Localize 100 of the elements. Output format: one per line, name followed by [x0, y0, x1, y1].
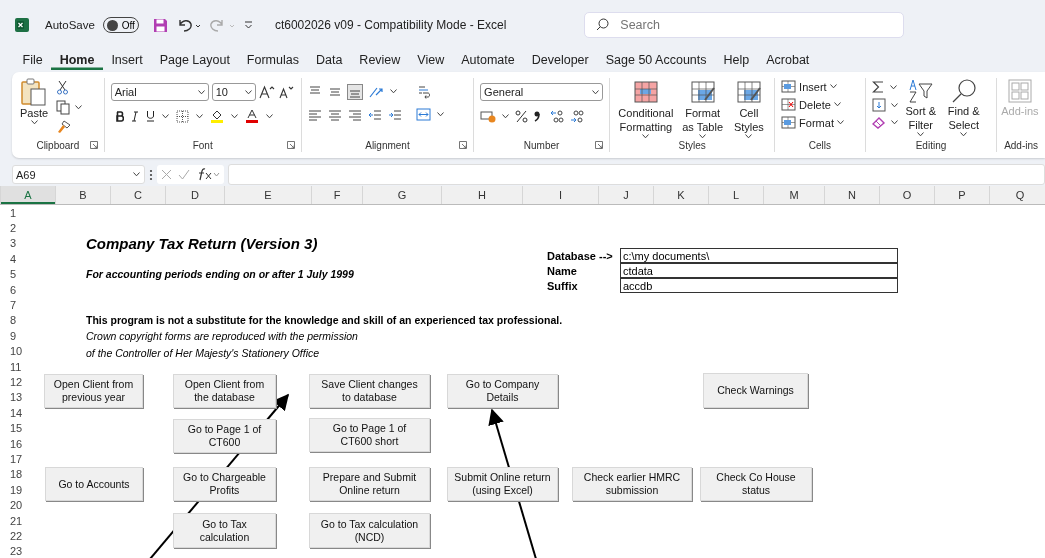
- save-icon[interactable]: [152, 17, 168, 33]
- wrap-text-icon[interactable]: [416, 84, 431, 99]
- menu-tab[interactable]: Automate: [452, 50, 524, 70]
- menu-tab[interactable]: Data: [307, 50, 351, 70]
- menu-tab[interactable]: Insert: [102, 50, 152, 70]
- row-header[interactable]: 11: [0, 358, 28, 375]
- row-header[interactable]: 2: [0, 220, 28, 236]
- row-header[interactable]: 4: [0, 251, 28, 267]
- menu-tab[interactable]: View: [408, 50, 453, 70]
- sort-filter-button[interactable]: Sort & Filter: [900, 78, 941, 138]
- font-size-field[interactable]: 10: [211, 83, 256, 101]
- dialog-launcher-icon[interactable]: [459, 141, 468, 149]
- italic-icon[interactable]: [130, 110, 139, 122]
- column-header[interactable]: E: [224, 186, 311, 204]
- check-icon[interactable]: [178, 169, 190, 180]
- row-header[interactable]: 3: [0, 235, 28, 252]
- insert-cells-button[interactable]: Insert: [781, 80, 844, 93]
- menu-tab[interactable]: Home: [51, 50, 103, 70]
- column-header[interactable]: I: [522, 186, 598, 204]
- bold-icon[interactable]: [115, 110, 124, 122]
- increase-indent-icon[interactable]: [387, 108, 402, 121]
- dialog-launcher-icon[interactable]: [286, 141, 295, 149]
- merge-center-icon[interactable]: [415, 108, 431, 121]
- row-header[interactable]: 9: [0, 328, 28, 344]
- row-header[interactable]: 21: [0, 512, 28, 529]
- macro-button[interactable]: Check earlier HMRC submission: [572, 467, 692, 501]
- menu-tab[interactable]: Formulas: [238, 50, 308, 70]
- column-header[interactable]: F: [311, 186, 362, 204]
- increase-decimal-icon[interactable]: [550, 109, 565, 123]
- paste-button[interactable]: Paste: [18, 78, 51, 138]
- bottom-align-icon[interactable]: [347, 84, 362, 99]
- row-header[interactable]: 16: [0, 435, 28, 452]
- dialog-launcher-icon[interactable]: [89, 141, 98, 149]
- row-header[interactable]: 12: [0, 374, 28, 390]
- column-header[interactable]: J: [598, 186, 653, 204]
- menu-tab[interactable]: Sage 50 Accounts: [597, 50, 715, 70]
- cell-styles-button[interactable]: Cell Styles: [729, 80, 769, 139]
- menu-tab[interactable]: Acrobat: [757, 50, 818, 70]
- row-header[interactable]: 23: [0, 543, 28, 558]
- decrease-decimal-icon[interactable]: [570, 109, 585, 123]
- column-header[interactable]: P: [934, 186, 989, 204]
- menu-tab[interactable]: Review: [350, 50, 409, 70]
- menu-tab[interactable]: Help: [715, 50, 758, 70]
- format-cells-button[interactable]: Format: [781, 116, 844, 129]
- macro-button[interactable]: Open Client from the database: [173, 374, 276, 408]
- comma-style-icon[interactable]: [534, 110, 541, 122]
- column-header[interactable]: L: [708, 186, 763, 204]
- macro-button[interactable]: Go to Page 1 of CT600: [173, 419, 276, 453]
- macro-button[interactable]: Submit Online return (using Excel): [447, 467, 558, 501]
- autosum-icon[interactable]: [871, 80, 885, 94]
- align-left-icon[interactable]: [307, 108, 322, 121]
- row-header[interactable]: 14: [0, 405, 28, 421]
- dialog-launcher-icon[interactable]: [595, 141, 604, 149]
- column-header[interactable]: C: [110, 186, 165, 204]
- row-header[interactable]: 10: [0, 343, 28, 359]
- field-value[interactable]: ctdata: [620, 263, 898, 279]
- macro-button[interactable]: Go to Tax calculation: [173, 513, 276, 548]
- decrease-font-size-icon[interactable]: [277, 85, 294, 99]
- row-header[interactable]: 17: [0, 451, 28, 467]
- search-field[interactable]: Search: [584, 12, 905, 38]
- font-color-icon[interactable]: [244, 109, 259, 123]
- percent-icon[interactable]: [515, 109, 529, 123]
- column-header[interactable]: H: [441, 186, 522, 204]
- center-icon[interactable]: [327, 108, 342, 121]
- macro-button[interactable]: Go to Chargeable Profits: [173, 467, 276, 501]
- column-header[interactable]: N: [824, 186, 879, 204]
- column-header[interactable]: K: [653, 186, 708, 204]
- cut-icon[interactable]: [56, 80, 70, 95]
- column-header[interactable]: Q: [989, 186, 1045, 204]
- borders-icon[interactable]: [175, 109, 189, 123]
- conditional-formatting-button[interactable]: Conditional Formatting: [616, 80, 676, 139]
- customize-toolbar-icon[interactable]: [243, 21, 253, 29]
- macro-button[interactable]: Go to Page 1 of CT600 short: [309, 418, 430, 452]
- row-header[interactable]: 22: [0, 528, 28, 544]
- row-header[interactable]: 6: [0, 281, 28, 298]
- column-header[interactable]: G: [362, 186, 441, 204]
- increase-font-size-icon[interactable]: [258, 85, 275, 99]
- column-header[interactable]: M: [763, 186, 824, 204]
- macro-button[interactable]: Save Client changes to database: [309, 374, 430, 408]
- column-header[interactable]: D: [165, 186, 224, 204]
- macro-button[interactable]: Go to Tax calculation (NCD): [309, 513, 430, 548]
- row-header[interactable]: 5: [0, 266, 28, 282]
- format-as-table-button[interactable]: Format as Table: [677, 80, 728, 139]
- column-header[interactable]: B: [55, 186, 110, 204]
- menu-tab[interactable]: File: [14, 50, 52, 70]
- menu-tab[interactable]: Page Layout: [151, 50, 239, 70]
- more-icon[interactable]: [149, 168, 153, 181]
- find-select-button[interactable]: Find & Select: [943, 78, 984, 138]
- macro-button[interactable]: Go to Company Details: [447, 374, 558, 408]
- row-header[interactable]: 15: [0, 420, 28, 436]
- macro-button[interactable]: Prepare and Submit Online return: [309, 467, 430, 501]
- eraser-icon[interactable]: [871, 116, 886, 129]
- row-header[interactable]: 1: [0, 205, 28, 221]
- row-header[interactable]: 18: [0, 466, 28, 483]
- row-header[interactable]: 20: [0, 497, 28, 513]
- row-header[interactable]: 19: [0, 482, 28, 498]
- field-value[interactable]: c:\my documents\: [620, 248, 898, 264]
- column-header[interactable]: O: [879, 186, 934, 204]
- number-format-field[interactable]: General: [480, 83, 604, 101]
- accounting-format-icon[interactable]: [480, 109, 497, 123]
